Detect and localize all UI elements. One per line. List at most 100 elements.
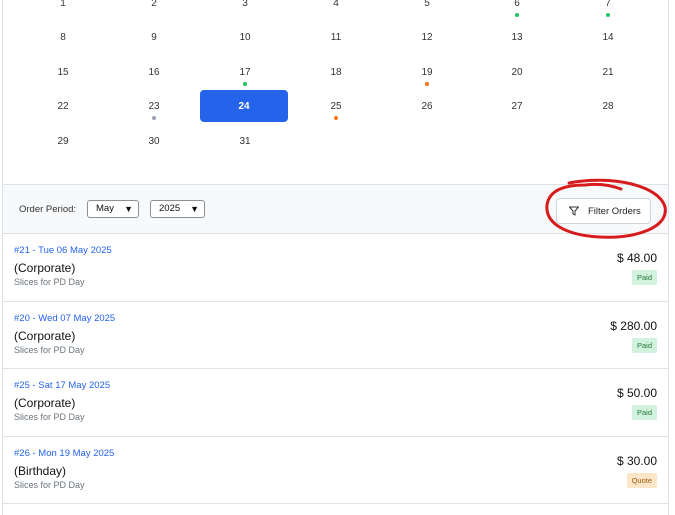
calendar-day-number: 11 [330,32,342,43]
month-select[interactable]: May ▼ [87,200,139,218]
calendar-day-21[interactable]: 21 [564,64,652,95]
calendar-day-28[interactable]: 28 [564,98,652,129]
calendar-day-number: 13 [511,32,523,43]
order-amount: $ 30.00 [616,453,657,468]
calendar-day-13[interactable]: 13 [473,29,561,60]
month-select-value: May [96,203,114,214]
calendar-day-6[interactable]: 6 [473,0,561,26]
calendar-day-7[interactable]: 7 [564,0,652,26]
event-dot-icon [334,116,338,120]
calendar-day-number: 3 [242,0,248,9]
calendar-grid: 1 2 3 4 5 6 7 8 9 10 11 12 13 14 15 16 17 18 19 20 21 22 23 24 2… [3,0,668,184]
calendar-day-3[interactable]: 3 [201,0,289,26]
calendar-day-14[interactable]: 14 [564,29,652,60]
order-type: (Corporate) [14,328,76,343]
calendar-day-number: 23 [148,101,160,112]
calendar-day-number: 26 [421,101,433,112]
calendar-day-number: 6 [514,0,520,9]
event-dot-icon [152,116,156,120]
calendar-day-number: 17 [239,67,251,78]
calendar-day-23[interactable]: 23 [110,98,198,129]
calendar-day-24[interactable]: 24 [200,90,288,122]
calendar-day-number: 7 [605,0,611,9]
calendar-day-number: 10 [239,32,251,43]
order-ref-link[interactable]: #20 - Wed 07 May 2025 [14,313,115,324]
calendar-day-29[interactable]: 29 [19,133,107,164]
calendar-day-20[interactable]: 20 [473,64,561,95]
calendar-day-30[interactable]: 30 [110,133,198,164]
event-dot-icon [425,82,429,86]
calendar-day-26[interactable]: 26 [383,98,471,129]
year-select-value: 2025 [159,203,181,214]
calendar-day-4[interactable]: 4 [292,0,380,26]
calendar-day-number: 5 [424,0,430,9]
calendar-day-number: 20 [511,67,523,78]
chevron-down-icon: ▼ [124,204,133,214]
order-amount: $ 50.00 [616,386,657,400]
calendar-day-number: 12 [421,32,433,43]
calendar-day-number: 1 [60,0,66,9]
calendar-day-number: 22 [57,101,69,112]
calendar-day-1[interactable]: 1 [19,0,107,26]
calendar-day-8[interactable]: 8 [19,29,107,60]
status-badge: Paid [631,337,657,353]
order-row[interactable]: #20 - Wed 07 May 2025 (Corporate) Slices f… [3,302,668,369]
calendar-day-number: 28 [602,101,614,112]
funnel-icon [569,206,579,216]
calendar-day-5[interactable]: 5 [383,0,471,26]
order-type: (Corporate) [14,396,76,410]
calendar-day-number: 29 [57,136,69,147]
calendar-day-18[interactable]: 18 [292,64,380,95]
order-type: (Corporate) [14,261,76,275]
calendar-day-number: 31 [239,136,251,147]
calendar-day-number: 8 [60,32,66,43]
calendar-day-15[interactable]: 15 [19,64,107,95]
calendar-day-19[interactable]: 19 [383,64,471,95]
order-row[interactable]: #25 - Sat 17 May 2025 (Corporate) Slices f… [3,369,668,437]
calendar-day-25[interactable]: 25 [292,98,380,129]
order-ref-link[interactable]: #21 - Tue 06 May 2025 [14,245,112,256]
order-row[interactable]: #21 - Tue 06 May 2025 (Corporate) Slices f… [3,234,668,302]
calendar-day-31[interactable]: 31 [201,133,289,164]
filter-orders-button[interactable]: Filter Orders [556,198,651,224]
event-dot-icon [243,82,247,86]
event-dot-icon [515,13,519,17]
calendar-day-10[interactable]: 10 [201,29,289,60]
calendar-day-22[interactable]: 22 [19,98,107,129]
orders-panel: 1 2 3 4 5 6 7 8 9 10 11 12 13 14 15 16 17 18 19 20 21 22 23 24 2… [2,0,669,515]
order-description: Slices for PD Day [14,277,85,287]
event-dot-icon [606,13,610,17]
filter-orders-label: Filter Orders [588,206,641,217]
calendar-day-number: 27 [511,101,523,112]
calendar-day-number: 18 [330,67,342,78]
calendar-day-number: 14 [602,32,614,43]
order-description: Slices for PD Day [14,344,85,355]
order-ref-link[interactable]: #25 - Sat 17 May 2025 [14,380,110,391]
order-amount: $ 280.00 [610,318,657,333]
calendar-day-2[interactable]: 2 [110,0,198,26]
calendar-day-number: 2 [151,0,157,9]
calendar-day-number: 21 [602,67,614,78]
status-badge: Quote [626,472,657,488]
calendar-day-number: 24 [238,101,250,112]
calendar-day-12[interactable]: 12 [383,29,471,60]
orders-list: #21 - Tue 06 May 2025 (Corporate) Slices f… [3,234,668,504]
calendar-day-number: 9 [151,32,157,43]
calendar-day-9[interactable]: 9 [110,29,198,60]
calendar-day-number: 30 [148,136,160,147]
calendar-day-number: 15 [57,67,69,78]
order-description: Slices for PD Day [14,479,85,490]
year-select[interactable]: 2025 ▼ [150,200,205,218]
calendar-day-27[interactable]: 27 [473,98,561,129]
order-row[interactable]: #26 - Mon 19 May 2025 (Birthday) Slices fo… [3,437,668,504]
order-ref-link[interactable]: #26 - Mon 19 May 2025 [14,448,114,459]
status-badge: Paid [631,270,657,285]
calendar-day-11[interactable]: 11 [292,29,380,60]
order-filter-bar: Order Period: May ▼ 2025 ▼ Filter Orders [3,184,668,234]
order-type: (Birthday) [14,463,67,478]
order-description: Slices for PD Day [14,412,85,422]
calendar-day-number: 19 [421,67,433,78]
order-amount: $ 48.00 [616,251,657,265]
calendar-day-number: 16 [148,67,160,78]
calendar-day-16[interactable]: 16 [110,64,198,95]
